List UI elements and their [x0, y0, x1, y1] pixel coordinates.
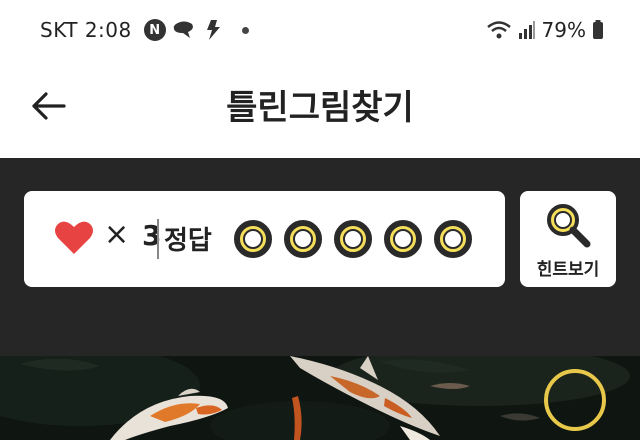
answer-slots: [234, 220, 484, 258]
text-cursor: [157, 219, 159, 259]
times-symbol: ×: [104, 217, 130, 252]
chat-notification-icon: [172, 19, 196, 41]
hint-label: 힌트보기: [536, 260, 600, 280]
status-left: SKT 2:08 N: [40, 16, 249, 44]
answer-slot: [284, 220, 322, 258]
puzzle-picture[interactable]: [0, 356, 640, 440]
answer-label: 정답: [164, 226, 212, 256]
heart-icon: [55, 221, 93, 254]
naver-notification-icon: N: [143, 19, 166, 41]
answer-slot: [334, 220, 372, 258]
title-bar: 틀린그림찾기: [0, 60, 640, 158]
app-notification-icon: [202, 18, 224, 42]
magnifier-icon: [547, 204, 591, 248]
status-right: 79%: [480, 16, 604, 44]
battery-percent: 79%: [541, 18, 586, 42]
page-title: 틀린그림찾기: [226, 88, 414, 128]
signal-icon: [518, 21, 536, 39]
battery-icon: [592, 20, 604, 40]
score-card: × 3 정답: [24, 191, 505, 287]
more-notifications-dot: [241, 26, 249, 34]
game-control-panel: × 3 정답 힌트보기: [0, 158, 640, 356]
answer-slot: [234, 220, 272, 258]
found-difference-marker: [544, 369, 606, 431]
carrier-time: SKT 2:08: [40, 18, 132, 42]
wifi-icon: [486, 20, 512, 40]
answer-slot: [384, 220, 422, 258]
status-bar: SKT 2:08 N 79%: [0, 0, 640, 60]
hint-button[interactable]: 힌트보기: [520, 191, 616, 287]
answer-slot: [434, 220, 472, 258]
